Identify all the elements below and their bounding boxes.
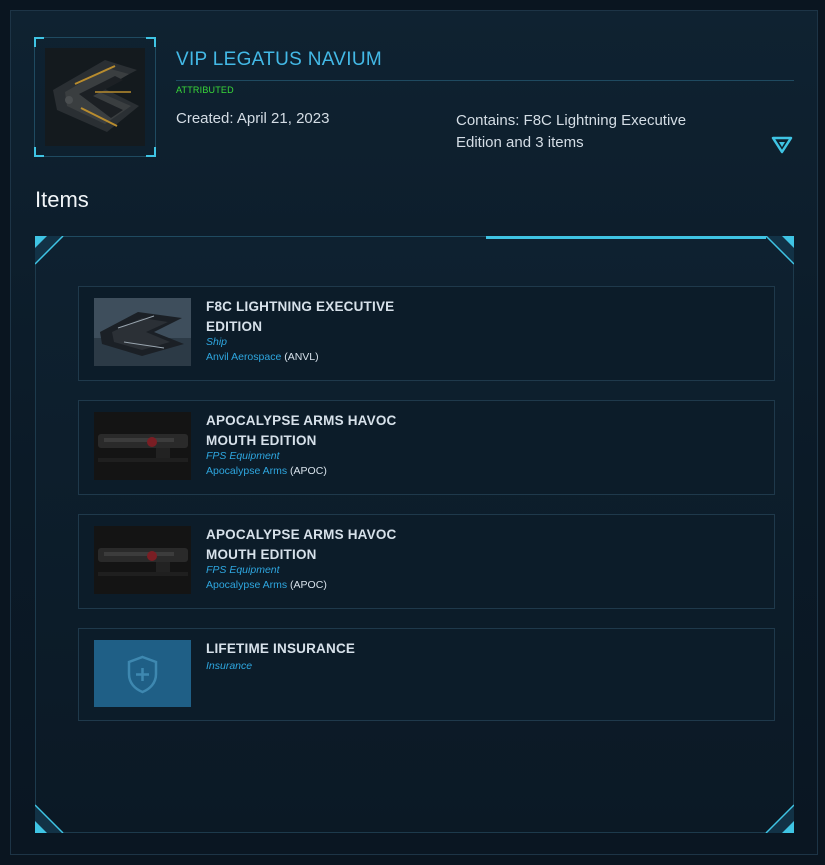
item-card[interactable]: F8C LIGHTNING EXECUTIVE EDITION Ship Anv… bbox=[78, 286, 775, 381]
item-name: LIFETIME INSURANCE bbox=[206, 641, 356, 656]
panel-accent-bar bbox=[486, 236, 766, 239]
item-card[interactable]: APOCALYPSE ARMS HAVOC MOUTH EDITION FPS … bbox=[78, 400, 775, 495]
item-card[interactable]: LIFETIME INSURANCE Insurance bbox=[78, 628, 775, 721]
item-type: Ship bbox=[206, 336, 228, 348]
contains-summary: Contains: F8C Lightning Executive Editio… bbox=[456, 112, 687, 151]
ship-image bbox=[45, 48, 145, 146]
item-name: F8C LIGHTNING EXECUTIVE EDITION bbox=[206, 299, 395, 334]
corner-bottom-left bbox=[35, 804, 64, 833]
item-manufacturer: Apocalypse Arms (APOC) bbox=[206, 579, 327, 591]
item-name: APOCALYPSE ARMS HAVOC MOUTH EDITION bbox=[206, 413, 397, 448]
item-type: FPS Equipment bbox=[206, 450, 280, 462]
ship-image bbox=[94, 298, 191, 366]
package-thumbnail[interactable] bbox=[34, 37, 156, 157]
item-type: FPS Equipment bbox=[206, 564, 280, 576]
section-title: Items bbox=[35, 187, 89, 212]
weapon-image bbox=[94, 412, 191, 480]
corner-top-left bbox=[35, 236, 64, 265]
item-type: Insurance bbox=[206, 660, 253, 672]
package-title: VIP LEGATUS NAVIUM bbox=[176, 49, 383, 70]
status-badge: ATTRIBUTED bbox=[176, 85, 234, 95]
item-manufacturer: Apocalypse Arms (APOC) bbox=[206, 465, 327, 477]
created-date: Created: April 21, 2023 bbox=[176, 110, 330, 127]
shield-plus-icon bbox=[94, 640, 191, 707]
weapon-image bbox=[94, 526, 191, 594]
title-divider bbox=[176, 80, 794, 81]
item-name: APOCALYPSE ARMS HAVOC MOUTH EDITION bbox=[206, 527, 397, 562]
expand-triangle-icon[interactable] bbox=[771, 135, 793, 155]
corner-bottom-right bbox=[765, 804, 794, 833]
corner-top-right bbox=[765, 236, 794, 265]
item-manufacturer: Anvil Aerospace (ANVL) bbox=[206, 351, 319, 363]
item-card[interactable]: APOCALYPSE ARMS HAVOC MOUTH EDITION FPS … bbox=[78, 514, 775, 609]
